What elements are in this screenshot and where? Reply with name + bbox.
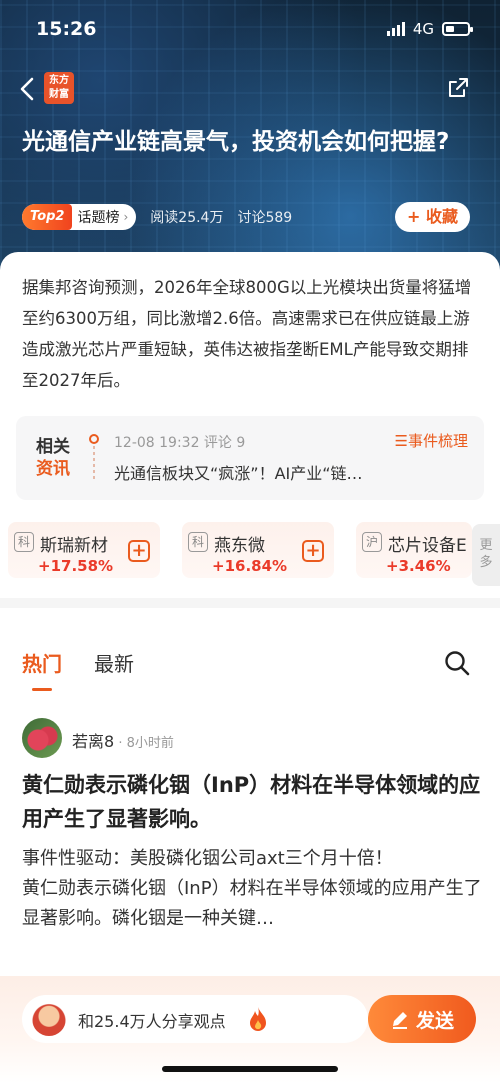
comment-placeholder: 和25.4万人分享观点 [78,1012,226,1031]
rank-badge: Top2 [22,204,73,230]
tab-latest[interactable]: 最新 [94,648,134,684]
stock-change: +17.58% [38,557,114,575]
stock-card[interactable]: 沪 芯片设备E +3.46% [356,522,472,578]
share-icon[interactable] [446,76,470,100]
network-type: 4G [412,20,434,38]
timeline-line [93,446,95,480]
related-news-tag: 相关 资讯 [36,437,70,479]
topic-summary: 据集邦咨询预测，2026年全球800G以上光模块出货量将猛增至约6300万组，同… [0,252,500,412]
author-name[interactable]: 若离8 [72,732,114,751]
market-badge: 沪 [362,532,382,552]
event-summary-button[interactable]: ☰事件梳理 [395,430,468,451]
post-title[interactable]: 黄仁勋表示磷化铟（InP）材料在半导体领域的应用产生了显著影响。 [22,768,482,836]
market-badge: 科 [14,532,34,552]
eastmoney-logo: 东方 财富 [44,72,74,104]
topic-title: 光通信产业链高景气，投资机会如何把握? [22,129,450,155]
send-post-button[interactable]: 发送 [368,995,476,1043]
post-body[interactable]: 事件性驱动：美股磷化铟公司axt三个月十倍！ 黄仁勋表示磷化铟（InP）材料在半… [22,844,482,934]
related-news-card[interactable]: 相关 资讯 12-08 19:32 评论 9 ☰事件梳理 光通信板块又“疯涨”！… [16,416,484,500]
stock-name: 燕东微 [214,536,265,556]
add-stock-icon[interactable]: + [302,540,324,562]
comment-input[interactable]: 和25.4万人分享观点 [22,995,368,1043]
status-time: 15:26 [36,18,97,40]
favorite-button[interactable]: + 收藏 [395,202,470,232]
active-tab-indicator [32,688,52,691]
battery-icon [442,22,473,36]
topic-meta: Top2 话题榜 › 阅读25.4万 讨论589 [22,204,292,230]
stock-change: +3.46% [386,557,451,575]
stock-card[interactable]: 科 斯瑞新材 +17.58% + [8,522,160,578]
status-bar: 15:26 4G [36,18,473,42]
back-arrow-icon[interactable] [18,76,38,102]
tab-hot[interactable]: 热门 [22,648,62,684]
rank-label: 话题榜 [77,210,120,226]
related-news-datetime: 12-08 19:32 评论 9 [114,435,246,451]
topic-rank-chip[interactable]: Top2 话题榜 › [22,204,137,230]
read-count: 阅读25.4万 [150,210,224,226]
stock-name: 斯瑞新材 [40,536,108,556]
home-indicator [162,1066,338,1072]
status-indicators: 4G [386,20,473,38]
market-badge: 科 [188,532,208,552]
related-news-headline[interactable]: 光通信板块又“疯涨”！AI产业“链… [114,460,363,484]
post-author-line: 若离8 · 8小时前 [72,728,174,752]
post-body-line: 事件性驱动：美股磷化铟公司axt三个月十倍！ [22,848,393,869]
stock-change: +16.84% [212,557,288,575]
more-stocks-button[interactable]: 更 多 [472,524,500,586]
pencil-icon [392,1012,407,1029]
mascot-avatar-icon [32,1002,66,1036]
related-stocks: 科 斯瑞新材 +17.58% + 科 燕东微 +16.84% + 沪 芯片设备E… [0,522,500,578]
post-body-line: 黄仁勋表示磷化铟（InP）材料在半导体领域的应用产生了显著影响。磷化铟是一种关键… [22,878,482,929]
post-time: · 8小时前 [114,736,174,751]
fire-icon [250,1007,266,1031]
summary-text: 据集邦咨询预测，2026年全球800G以上光模块出货量将猛增至约6300万组，同… [22,278,472,390]
feed-tabs: 热门 最新 [22,648,134,684]
timeline-dot-icon [89,434,99,444]
add-stock-icon[interactable]: + [128,540,150,562]
avatar[interactable] [22,718,62,758]
send-label: 发送 [415,1009,454,1032]
chevron-right-icon: › [123,210,129,224]
search-icon[interactable] [444,650,470,676]
section-divider [0,598,500,608]
signal-icon [386,22,405,36]
topic-hero-banner: 15:26 4G 东方 财富 光通信产业链高景气，投资机会如何把握? Top2 … [0,0,500,270]
discussion-count: 讨论589 [237,210,293,226]
stock-card[interactable]: 科 燕东微 +16.84% + [182,522,334,578]
stock-name: 芯片设备E [388,536,467,556]
